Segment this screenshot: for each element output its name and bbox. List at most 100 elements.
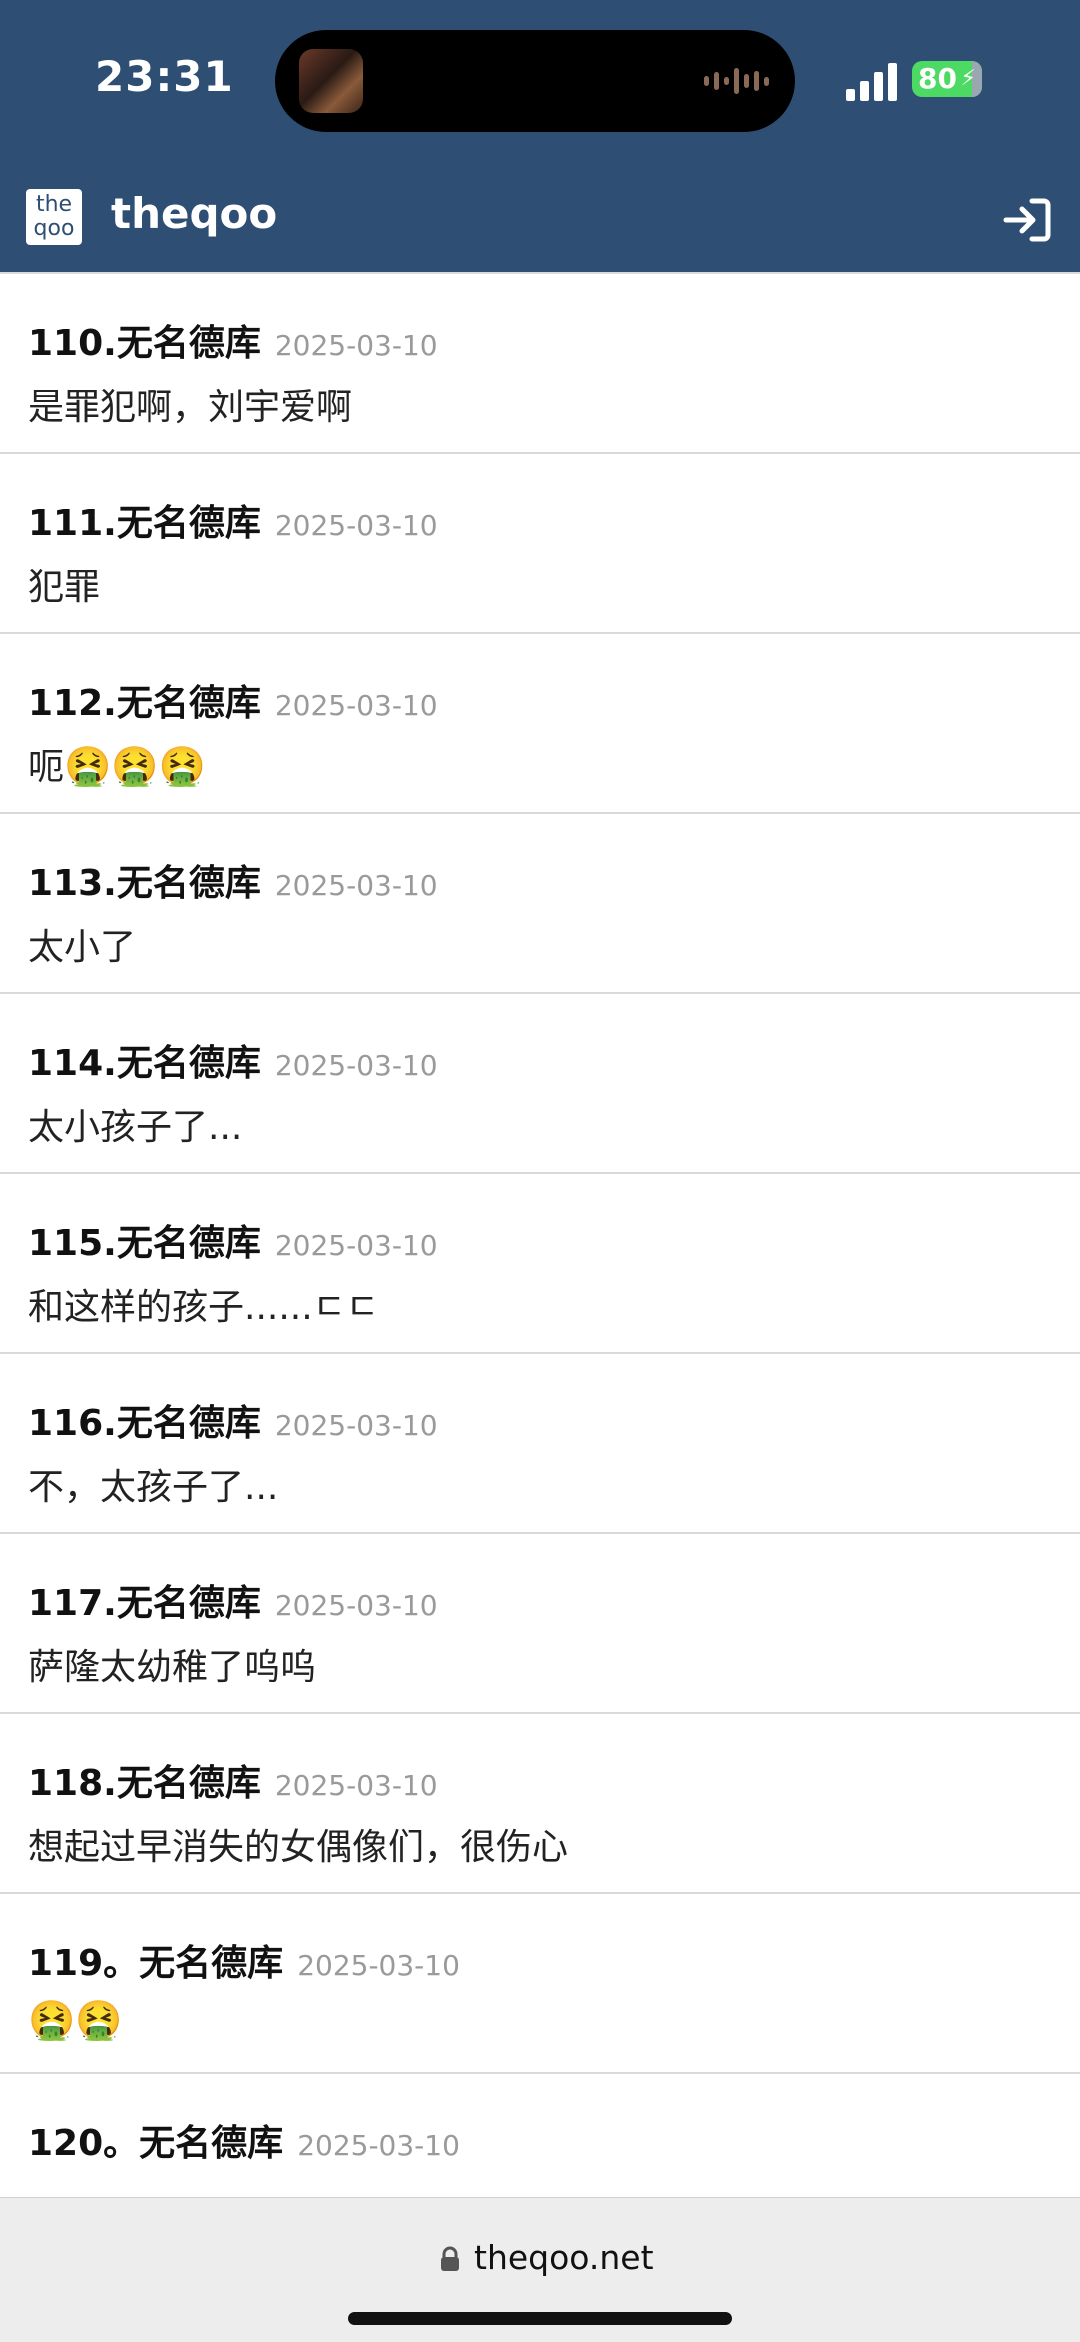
site-logo[interactable]: the qoo — [26, 189, 82, 245]
comment-separator: . — [103, 863, 117, 904]
comment-header: 110.无名德库 2025-03-10 — [28, 314, 438, 366]
comment-body: 呃🤮🤮🤮 — [28, 738, 206, 790]
comment-body: 萨隆太幼稚了呜呜 — [28, 1638, 316, 1690]
comment-body: 和这样的孩子......ㄷㄷ — [28, 1278, 379, 1330]
comment-body: 🤮🤮 — [28, 1998, 123, 2043]
comment-author: 无名德库 — [116, 683, 261, 724]
comment-header: 117.无名德库 2025-03-10 — [28, 1574, 438, 1626]
comment-author: 无名德库 — [116, 323, 261, 364]
comment-text: 不，太孩子了... — [28, 1467, 279, 1508]
comment-date: 2025-03-10 — [274, 689, 438, 722]
signal-icon — [846, 63, 897, 101]
comment-header: 119。无名德库 2025-03-10 — [28, 1934, 460, 1986]
comment-number: 110 — [28, 323, 104, 364]
comment-item[interactable]: 114.无名德库 2025-03-10 太小孩子了... — [0, 992, 1080, 1172]
sign-in-icon[interactable] — [1002, 197, 1052, 243]
comment-author: 无名德库 — [116, 1403, 261, 1444]
comment-text: 犯罪 — [28, 567, 101, 608]
comment-item[interactable]: 119。无名德库 2025-03-10 🤮🤮 — [0, 1892, 1080, 2072]
comment-date: 2025-03-10 — [274, 1229, 438, 1262]
comment-date: 2025-03-10 — [297, 2129, 460, 2162]
comment-header: 118.无名德库 2025-03-10 — [28, 1754, 438, 1806]
url-text[interactable]: theqoo.net — [474, 2238, 654, 2277]
comment-body: 想起过早消失的女偶像们，很伤心 — [28, 1818, 568, 1870]
comment-separator: . — [103, 1403, 117, 1444]
comment-item[interactable]: 110.无名德库 2025-03-10 是罪犯啊，刘宇爱啊 — [0, 272, 1080, 452]
comment-body: 不，太孩子了... — [28, 1458, 278, 1510]
comment-header: 115.无名德库 2025-03-10 — [28, 1214, 438, 1266]
comment-list: 110.无名德库 2025-03-10 是罪犯啊，刘宇爱啊 111.无名德库 2025-… — [0, 272, 1080, 2197]
lock-icon — [441, 2246, 459, 2271]
comment-separator: 。 — [103, 2123, 140, 2164]
comment-separator: . — [103, 1583, 117, 1624]
comment-number: 120 — [28, 2123, 104, 2164]
comment-separator: . — [103, 503, 117, 544]
comment-separator: 。 — [103, 1943, 140, 1984]
comment-number: 112 — [28, 683, 104, 724]
comment-author: 无名德库 — [116, 863, 261, 904]
comment-author: 无名德库 — [116, 1223, 261, 1264]
comment-date: 2025-03-10 — [274, 509, 438, 542]
comment-body: 是罪犯啊，刘宇爱啊 — [28, 378, 352, 430]
comment-text: 是罪犯啊，刘宇爱啊 — [28, 387, 353, 428]
comment-text: 太小孩子了... — [28, 1107, 243, 1148]
comment-separator: . — [103, 323, 117, 364]
comment-number: 118 — [28, 1763, 104, 1804]
comment-header: 111.无名德库 2025-03-10 — [28, 494, 438, 546]
comment-number: 116 — [28, 1403, 104, 1444]
comment-author: 无名德库 — [116, 1043, 261, 1084]
comment-body: 太小孩子了... — [28, 1098, 242, 1150]
audio-waveform-icon — [704, 66, 769, 96]
comment-separator: . — [103, 1043, 117, 1084]
home-indicator[interactable] — [348, 2312, 732, 2325]
comment-item[interactable]: 112.无名德库 2025-03-10 呃🤮🤮🤮 — [0, 632, 1080, 812]
dynamic-island[interactable] — [275, 30, 795, 132]
comment-item[interactable]: 120。无名德库 2025-03-10 — [0, 2072, 1080, 2197]
comment-author: 无名德库 — [116, 1763, 261, 1804]
comment-item[interactable]: 117.无名德库 2025-03-10 萨隆太幼稚了呜呜 — [0, 1532, 1080, 1712]
comment-date: 2025-03-10 — [274, 1049, 438, 1082]
comment-item[interactable]: 111.无名德库 2025-03-10 犯罪 — [0, 452, 1080, 632]
comment-date: 2025-03-10 — [274, 869, 438, 902]
vomiting-face-emoji-icon: 🤮🤮🤮 — [64, 744, 206, 788]
now-playing-artwork — [299, 49, 363, 113]
comment-date: 2025-03-10 — [274, 329, 438, 362]
comment-item[interactable]: 118.无名德库 2025-03-10 想起过早消失的女偶像们，很伤心 — [0, 1712, 1080, 1892]
comment-text: 和这样的孩子......ㄷㄷ — [28, 1287, 379, 1328]
comment-body: 太小了 — [28, 918, 136, 970]
comment-text: 萨隆太幼稚了呜呜 — [28, 1647, 317, 1688]
comment-body: 犯罪 — [28, 558, 100, 610]
comment-author: 无名德库 — [139, 1943, 284, 1984]
comment-author: 无名德库 — [139, 2123, 284, 2164]
charging-bolt-icon: ⚡ — [960, 66, 976, 91]
comment-number: 113 — [28, 863, 104, 904]
comment-number: 114 — [28, 1043, 104, 1084]
comment-header: 112.无名德库 2025-03-10 — [28, 674, 438, 726]
site-title[interactable]: theqoo — [111, 189, 277, 238]
battery-indicator: 80 ⚡ — [912, 61, 982, 97]
comment-date: 2025-03-10 — [274, 1769, 438, 1802]
comment-date: 2025-03-10 — [274, 1409, 438, 1442]
comment-header: 113.无名德库 2025-03-10 — [28, 854, 438, 906]
browser-address-bar[interactable]: theqoo.net — [0, 2197, 1080, 2342]
comment-item[interactable]: 116.无名德库 2025-03-10 不，太孩子了... — [0, 1352, 1080, 1532]
vomiting-face-emoji-icon: 🤮🤮 — [28, 1998, 123, 2042]
comment-number: 119 — [28, 1943, 104, 1984]
comment-text: 呃 — [28, 747, 65, 788]
app-header: the qoo theqoo — [0, 175, 1080, 272]
comment-text: 想起过早消失的女偶像们，很伤心 — [28, 1827, 569, 1868]
comment-item[interactable]: 115.无名德库 2025-03-10 和这样的孩子......ㄷㄷ — [0, 1172, 1080, 1352]
comment-separator: . — [103, 683, 117, 724]
comment-number: 115 — [28, 1223, 104, 1264]
comment-author: 无名德库 — [116, 1583, 261, 1624]
comment-header: 114.无名德库 2025-03-10 — [28, 1034, 438, 1086]
comment-date: 2025-03-10 — [274, 1589, 438, 1622]
comment-date: 2025-03-10 — [297, 1949, 460, 1982]
comment-number: 111 — [28, 503, 104, 544]
comment-header: 116.无名德库 2025-03-10 — [28, 1394, 438, 1446]
comment-number: 117 — [28, 1583, 104, 1624]
comment-author: 无名德库 — [116, 503, 261, 544]
comment-item[interactable]: 113.无名德库 2025-03-10 太小了 — [0, 812, 1080, 992]
comment-header: 120。无名德库 2025-03-10 — [28, 2114, 460, 2166]
status-time: 23:31 — [95, 52, 234, 101]
